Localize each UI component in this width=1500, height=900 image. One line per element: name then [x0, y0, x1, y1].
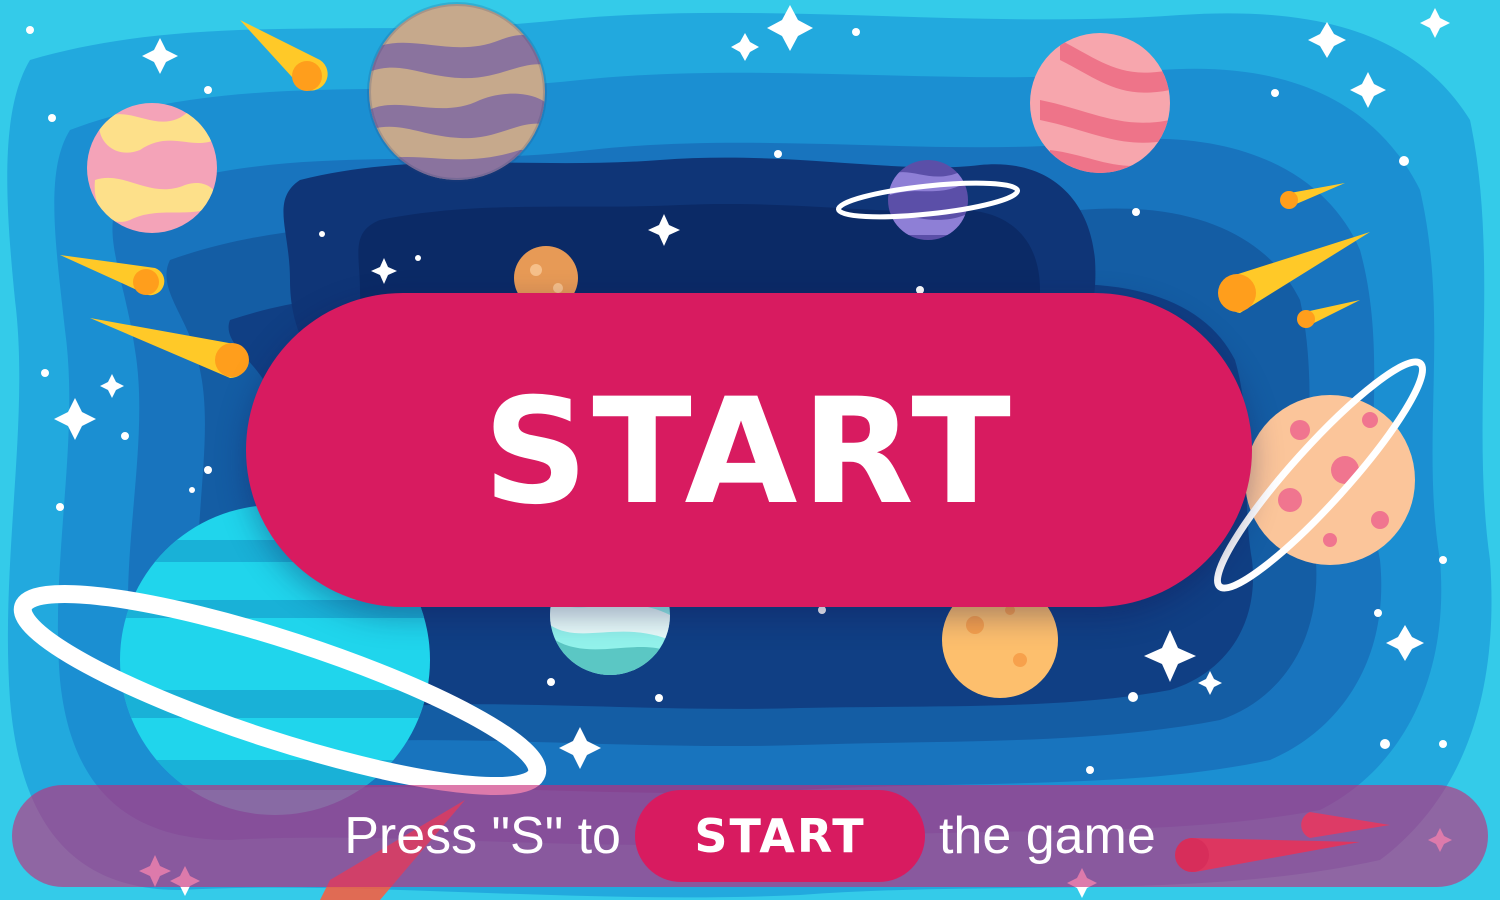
star-icon [547, 678, 555, 686]
start-button-label: START [483, 367, 1015, 537]
star-icon [48, 114, 56, 122]
star-icon [1128, 692, 1138, 702]
star-icon [1086, 766, 1094, 774]
star-icon [1374, 609, 1382, 617]
star-icon [121, 432, 129, 440]
star-icon [1132, 208, 1140, 216]
star-icon [56, 503, 64, 511]
instruction-prefix: Press "S" to [344, 807, 621, 865]
star-icon [204, 86, 212, 94]
instruction-suffix: the game [938, 807, 1156, 865]
star-icon [319, 231, 325, 237]
star-icon [26, 26, 34, 34]
star-icon [189, 487, 195, 493]
star-icon [1380, 739, 1390, 749]
start-keyword-badge[interactable]: START [634, 790, 925, 882]
start-keyword-label: START [694, 809, 866, 863]
star-icon [852, 28, 860, 36]
star-icon [774, 150, 782, 158]
star-icon [1271, 89, 1279, 97]
star-icon [1439, 740, 1447, 748]
star-icon [204, 466, 212, 474]
star-icon [655, 694, 663, 702]
star-icon [415, 255, 421, 261]
star-icon [1399, 156, 1409, 166]
star-icon [41, 369, 49, 377]
start-button[interactable]: START [246, 293, 1252, 607]
instruction-bar: Press "S" to START the game [12, 785, 1488, 887]
star-icon [818, 606, 826, 614]
star-icon [1439, 556, 1447, 564]
